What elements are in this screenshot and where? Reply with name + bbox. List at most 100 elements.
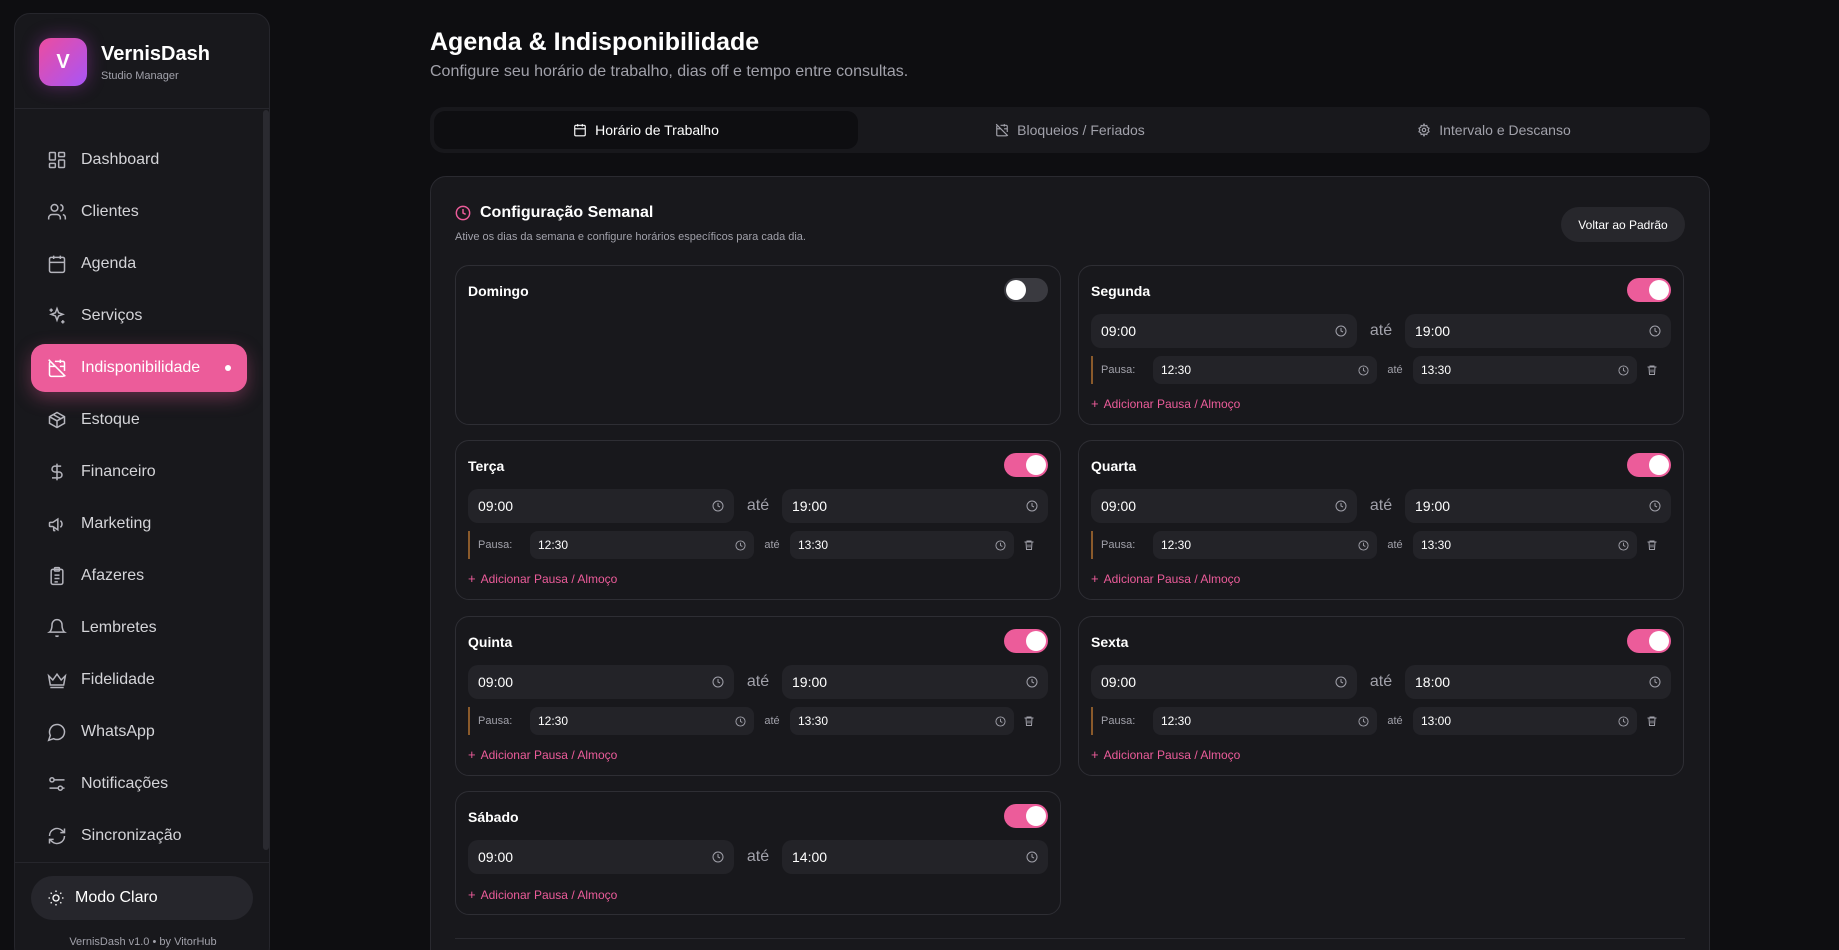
pause-label: Pausa: (1101, 715, 1136, 727)
tab-horario-de-trabalho[interactable]: Horário de Trabalho (434, 111, 858, 149)
pause-end-input[interactable]: 13:30 (790, 531, 1014, 559)
sidebar-item-afazeres[interactable]: Afazeres (31, 552, 247, 600)
sidebar-item-dashboard[interactable]: Dashboard (31, 136, 247, 184)
ate-label: até (1387, 715, 1403, 727)
delete-pause-button[interactable] (1637, 707, 1667, 735)
clock-icon (1649, 500, 1661, 512)
start-time-input[interactable]: 09:00 (468, 489, 734, 523)
theme-toggle-button[interactable]: Modo Claro (31, 876, 253, 920)
tab-intervalo-e-descanso[interactable]: Intervalo e Descanso (1282, 111, 1706, 149)
add-pause-label: Adicionar Pausa / Almoço (480, 571, 618, 586)
add-pause-button[interactable]: + Adicionar Pausa / Almoço (468, 571, 617, 586)
reset-default-button[interactable]: Voltar ao Padrão (1561, 207, 1685, 242)
day-toggle[interactable] (1627, 278, 1671, 302)
start-time-input[interactable]: 09:00 (468, 840, 734, 874)
add-pause-button[interactable]: + Adicionar Pausa / Almoço (1091, 396, 1240, 411)
end-time-input[interactable]: 19:00 (782, 665, 1048, 699)
delete-pause-button[interactable] (1014, 531, 1044, 559)
sidebar-item-estoque[interactable]: Estoque (31, 396, 247, 444)
start-time-input[interactable]: 09:00 (1091, 314, 1357, 348)
start-time-value: 09:00 (478, 849, 514, 865)
sidebar-item-marketing[interactable]: Marketing (31, 500, 247, 548)
end-time-input[interactable]: 14:00 (782, 840, 1048, 874)
sidebar-item-sincronizacao[interactable]: Sincronização (31, 812, 247, 860)
sidebar-item-label: Lembretes (81, 619, 157, 636)
pause-start-input[interactable]: 12:30 (530, 531, 754, 559)
sidebar-item-label: Marketing (81, 515, 152, 532)
brand[interactable]: V VernisDash Studio Manager (39, 38, 210, 86)
pause-end-value: 13:30 (1421, 363, 1452, 377)
sidebar-item-label: Sincronização (81, 827, 182, 844)
brand-logo: V (39, 38, 87, 86)
pause-end-input[interactable]: 13:00 (1413, 707, 1637, 735)
ate-label: até (1369, 497, 1393, 514)
start-time-input[interactable]: 09:00 (468, 665, 734, 699)
clock-icon (1335, 325, 1347, 337)
end-time-input[interactable]: 18:00 (1405, 665, 1671, 699)
brand-divider (15, 108, 269, 109)
sidebar-item-label: Afazeres (81, 567, 145, 584)
add-pause-button[interactable]: + Adicionar Pausa / Almoço (1091, 571, 1240, 586)
pause-start-input[interactable]: 12:30 (1153, 531, 1377, 559)
pause-start-input[interactable]: 12:30 (530, 707, 754, 735)
sidebar-scrollbar[interactable] (263, 110, 269, 850)
pause-end-value: 13:30 (798, 538, 829, 552)
pause-row: Pausa: 12:30 até 13:00 (1091, 707, 1671, 735)
delete-pause-button[interactable] (1637, 356, 1667, 384)
page-title: Agenda & Indisponibilidade (430, 28, 760, 56)
day-toggle[interactable] (1004, 629, 1048, 653)
clock-icon (712, 676, 724, 688)
ate-label: até (1387, 539, 1403, 551)
start-time-value: 09:00 (1101, 498, 1137, 514)
start-time-value: 09:00 (1101, 323, 1137, 339)
sidebar-item-label: Financeiro (81, 463, 156, 480)
end-time-input[interactable]: 19:00 (1405, 314, 1671, 348)
sidebar-item-lembretes[interactable]: Lembretes (31, 604, 247, 652)
plus-icon: + (468, 887, 476, 902)
end-time-input[interactable]: 19:00 (1405, 489, 1671, 523)
pause-start-value: 12:30 (538, 538, 569, 552)
start-time-input[interactable]: 09:00 (1091, 489, 1357, 523)
pause-start-input[interactable]: 12:30 (1153, 356, 1377, 384)
sidebar-item-label: Clientes (81, 203, 139, 220)
sidebar-item-servicos[interactable]: Serviços (31, 292, 247, 340)
tab-bloqueios-feriados[interactable]: Bloqueios / Feriados (858, 111, 1282, 149)
day-toggle[interactable] (1004, 804, 1048, 828)
pause-end-input[interactable]: 13:30 (1413, 356, 1637, 384)
clock-icon (712, 500, 724, 512)
sidebar-item-label: Notificações (81, 775, 169, 792)
start-time-value: 09:00 (478, 674, 514, 690)
sidebar-item-notificacoes[interactable]: Notificações (31, 760, 247, 808)
pause-start-input[interactable]: 12:30 (1153, 707, 1377, 735)
sidebar-item-fidelidade[interactable]: Fidelidade (31, 656, 247, 704)
work-hours-row: 09:00 até 19:00 (468, 665, 1048, 699)
clock-icon (735, 715, 746, 727)
delete-pause-button[interactable] (1637, 531, 1667, 559)
toggle-knob (1026, 806, 1046, 826)
delete-pause-button[interactable] (1014, 707, 1044, 735)
toggle-knob (1026, 631, 1046, 651)
pause-start-value: 12:30 (538, 714, 569, 728)
sidebar-item-financeiro[interactable]: Financeiro (31, 448, 247, 496)
pause-end-input[interactable]: 13:30 (1413, 531, 1637, 559)
ate-label: até (746, 848, 770, 865)
add-pause-button[interactable]: + Adicionar Pausa / Almoço (468, 887, 617, 902)
day-toggle[interactable] (1004, 278, 1048, 302)
add-pause-button[interactable]: + Adicionar Pausa / Almoço (468, 747, 617, 762)
trash-icon (1023, 715, 1035, 727)
sidebar-item-indisponibilidade[interactable]: Indisponibilidade (31, 344, 247, 392)
end-time-value: 19:00 (1415, 498, 1451, 514)
sidebar-item-clientes[interactable]: Clientes (31, 188, 247, 236)
clipboard-icon (47, 566, 67, 586)
day-toggle[interactable] (1627, 629, 1671, 653)
sidebar-item-agenda[interactable]: Agenda (31, 240, 247, 288)
end-time-input[interactable]: 19:00 (782, 489, 1048, 523)
day-toggle[interactable] (1627, 453, 1671, 477)
tab-label: Intervalo e Descanso (1439, 122, 1571, 138)
sidebar-item-whatsapp[interactable]: WhatsApp (31, 708, 247, 756)
start-time-input[interactable]: 09:00 (1091, 665, 1357, 699)
theme-toggle-label: Modo Claro (75, 889, 158, 906)
add-pause-button[interactable]: + Adicionar Pausa / Almoço (1091, 747, 1240, 762)
day-toggle[interactable] (1004, 453, 1048, 477)
pause-end-input[interactable]: 13:30 (790, 707, 1014, 735)
